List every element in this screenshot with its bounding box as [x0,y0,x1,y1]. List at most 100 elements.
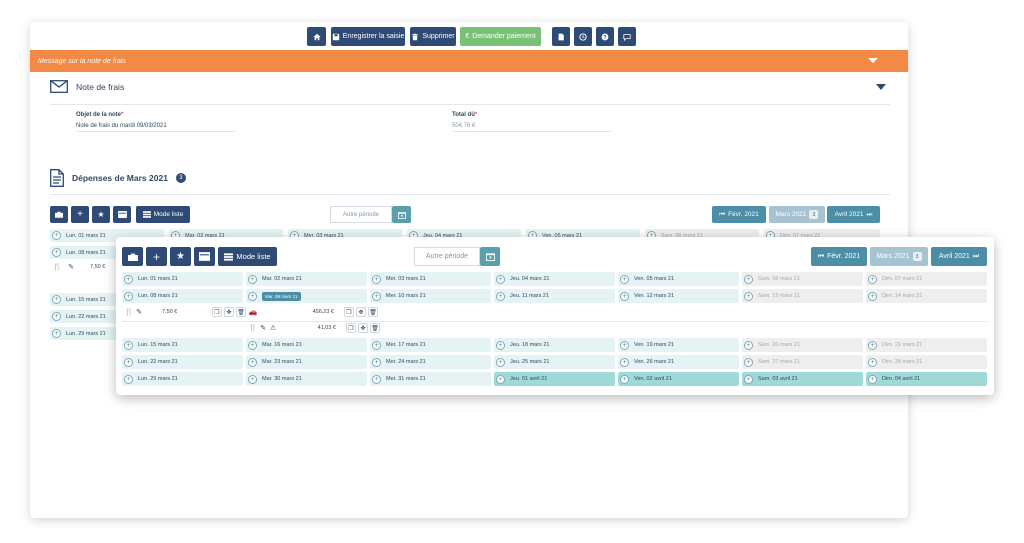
day-cell[interactable]: + Mar. 23 mars 21 [246,355,367,369]
message-bar[interactable]: Message sur la note de frais [30,50,908,72]
expense-item[interactable]: 🍴 ✎ 7,50 € [52,262,106,272]
day-cell[interactable]: + Lun. 08 mars 21 [50,246,116,259]
add-expense-icon[interactable]: + [744,291,753,301]
add-expense-icon[interactable]: + [124,374,133,384]
add-button[interactable]: + [146,247,167,266]
add-expense-icon[interactable]: + [248,291,257,301]
home-button[interactable] [307,27,326,46]
history-button[interactable] [574,27,592,46]
add-expense-icon[interactable]: + [52,231,61,240]
add-expense-icon[interactable]: + [52,329,61,338]
day-cell[interactable]: + Ven. 19 mars 21 [618,338,739,352]
add-expense-icon[interactable]: + [372,291,381,301]
add-expense-icon[interactable]: + [620,357,629,367]
camera-button[interactable] [50,206,68,223]
prev-month-button[interactable]: ⏮ Févr. 2021 [811,247,867,266]
day-cell[interactable]: + Lun. 22 mars 21 [122,355,243,369]
add-expense-icon[interactable]: + [52,295,61,304]
day-cell-next-month[interactable]: + Jeu. 01 avril 21 [494,372,615,386]
note-collapse-chevron-icon[interactable] [876,84,886,90]
add-expense-icon[interactable]: + [496,274,505,284]
day-cell[interactable]: + Lun. 01 mars 21 [122,272,243,286]
add-expense-icon[interactable]: + [744,374,753,384]
add-expense-icon[interactable]: + [868,374,877,384]
day-cell[interactable]: + Dim. 28 mars 21 [866,355,987,369]
list-mode-button[interactable]: Mode liste [136,206,190,223]
add-expense-icon[interactable]: + [372,274,381,284]
period-input[interactable]: Autre période [330,206,392,223]
day-cell[interactable]: + Sam. 20 mars 21 [742,338,863,352]
copy-icon[interactable]: ❐ [212,307,222,317]
add-button[interactable]: + [71,206,89,223]
day-cell[interactable]: + Lun. 15 mars 21 [50,293,116,306]
day-cell[interactable]: + Ven. 12 mars 21 [618,289,739,303]
day-cell[interactable]: + Sam. 06 mars 21 [742,272,863,286]
expense-item[interactable]: 🍴 ✎ 7,50 € ❐ ✥ 🗑 [124,307,246,317]
day-cell-next-month[interactable]: + Sam. 03 avril 21 [742,372,863,386]
save-button[interactable]: Enregistrer la saisie [331,27,405,46]
day-cell[interactable]: + Jeu. 04 mars 21 [494,272,615,286]
trash-icon[interactable]: 🗑 [368,307,378,317]
add-expense-icon[interactable]: + [124,274,133,284]
day-cell[interactable]: + Jeu. 11 mars 21 [494,289,615,303]
add-expense-icon[interactable]: + [124,291,133,301]
current-month-button[interactable]: Mars 2021 3 [769,206,825,223]
add-expense-icon[interactable]: + [52,248,61,257]
day-cell[interactable]: + Jeu. 18 mars 21 [494,338,615,352]
day-cell[interactable]: + Lun. 08 mars 21 [122,289,243,303]
day-cell[interactable]: + Mer. 17 mars 21 [370,338,491,352]
copy-icon[interactable]: ❐ [344,307,354,317]
day-cell[interactable]: + Jeu. 25 mars 21 [494,355,615,369]
add-expense-icon[interactable]: + [372,357,381,367]
trash-icon[interactable]: 🗑 [370,323,380,333]
day-cell[interactable]: + Mer. 10 mars 21 [370,289,491,303]
add-expense-icon[interactable]: + [496,374,505,384]
add-expense-icon[interactable]: + [52,312,61,321]
add-expense-icon[interactable]: + [744,340,753,350]
add-expense-icon[interactable]: + [496,340,505,350]
day-cell[interactable]: + Sam. 13 mars 21 [742,289,863,303]
add-expense-icon[interactable]: + [248,340,257,350]
add-expense-icon[interactable]: + [620,374,629,384]
request-payment-button[interactable]: € Demander paiement [460,27,541,46]
next-month-button[interactable]: Avril 2021 ⏭ [827,206,880,223]
add-expense-icon[interactable]: + [620,340,629,350]
day-cell[interactable]: + Dim. 21 mars 21 [866,338,987,352]
day-cell[interactable]: + Mar. 16 mars 21 [246,338,367,352]
card-button[interactable] [113,206,131,223]
add-expense-icon[interactable]: + [248,357,257,367]
add-expense-icon[interactable]: + [868,340,877,350]
day-cell-selected[interactable]: + Mar. 09 mars 21 [246,289,367,303]
day-cell[interactable]: + Mar. 02 mars 21 [246,272,367,286]
add-expense-icon[interactable]: + [248,374,257,384]
day-cell[interactable]: + Mar. 30 mars 21 [246,372,367,386]
add-expense-icon[interactable]: + [868,274,877,284]
period-input[interactable]: Autre période [414,247,480,266]
add-expense-icon[interactable]: + [372,340,381,350]
list-mode-button[interactable]: Mode liste [218,247,277,266]
day-cell[interactable]: + Dim. 07 mars 21 [866,272,987,286]
chat-button[interactable] [618,27,636,46]
pdf-button[interactable] [552,27,570,46]
object-field[interactable]: Note de frais du mardi 09/03/2021 [76,123,236,132]
calendar-button[interactable] [480,247,500,266]
chevron-down-icon[interactable] [868,58,878,63]
move-icon[interactable]: ✥ [358,323,368,333]
help-button[interactable]: ? [596,27,614,46]
day-cell[interactable]: + Lun. 15 mars 21 [122,338,243,352]
day-cell[interactable]: + Mer. 03 mars 21 [370,272,491,286]
current-month-button[interactable]: Mars 2021 3 [870,247,928,266]
move-icon[interactable]: ✥ [356,307,366,317]
calendar-button[interactable] [392,206,411,223]
trash-icon[interactable]: 🗑 [236,307,246,317]
delete-button[interactable]: Supprimer [410,27,456,46]
day-cell[interactable]: + Sam. 27 mars 21 [742,355,863,369]
add-expense-icon[interactable]: + [620,291,629,301]
card-button[interactable] [194,247,215,266]
day-cell[interactable]: + Mer. 31 mars 21 [370,372,491,386]
add-expense-icon[interactable]: + [124,357,133,367]
add-expense-icon[interactable]: + [620,274,629,284]
day-cell[interactable]: + Mer. 24 mars 21 [370,355,491,369]
add-expense-icon[interactable]: + [496,291,505,301]
expense-item[interactable]: 🍴 ✎ ⚠ 41,03 € ❐ ✥ 🗑 [248,323,380,333]
